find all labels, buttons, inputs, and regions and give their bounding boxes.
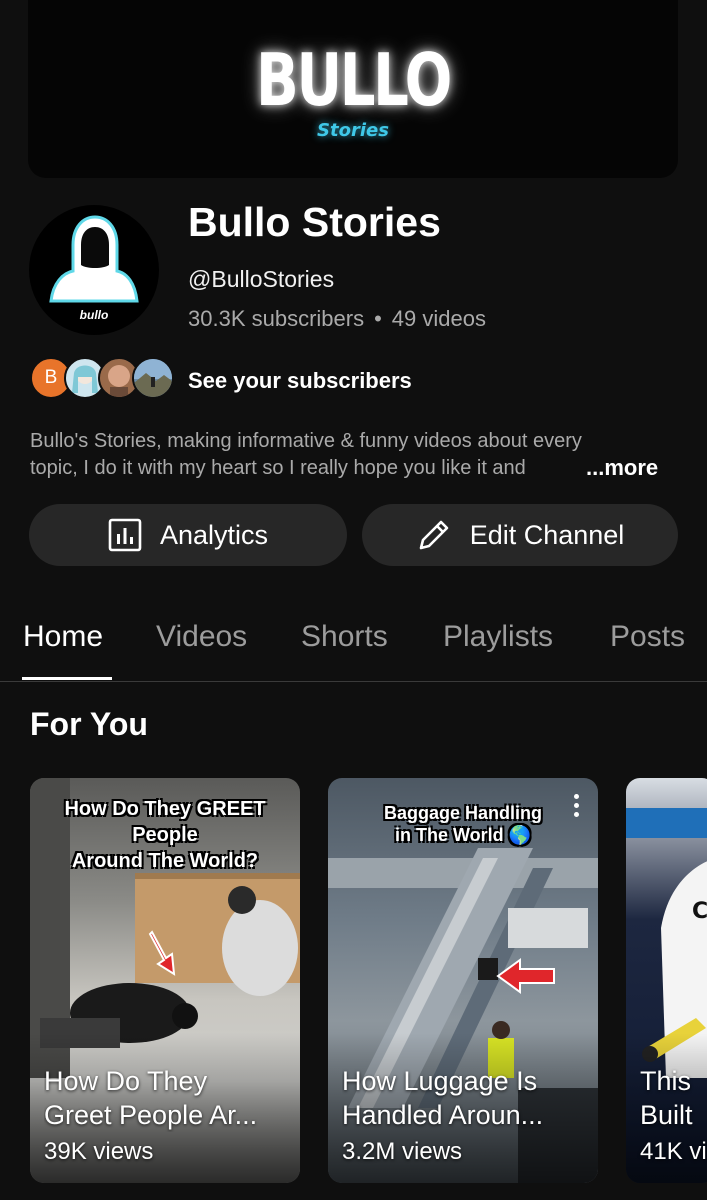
thumbnail-caption: How Do They GREET People Around The Worl… [30,796,300,874]
tab-posts[interactable]: Posts [610,620,685,654]
title-line: How Luggage Is [342,1066,538,1096]
channel-banner: BULLO Stories [28,0,678,178]
analytics-label: Analytics [159,519,269,550]
caption-line: Around The World? [71,850,259,872]
tab-shorts[interactable]: Shorts [301,620,388,654]
stats-separator: • [374,306,382,331]
red-arrow-icon [148,930,176,976]
analytics-button[interactable]: Analytics [29,504,347,566]
short-card[interactable]: C This Built 41K vi [626,778,707,1183]
see-subscribers-link[interactable]: See your subscribers [188,368,412,394]
title-line: Greet People Ar... [44,1100,258,1130]
video-count: 49 videos [391,306,486,331]
subscriber-count: 30.3K subscribers [188,306,365,331]
pencil-icon [419,520,448,550]
title-line: Handled Aroun... [342,1100,544,1130]
svg-text:C: C [692,899,707,924]
short-views: 3.2M views [342,1138,463,1165]
short-card[interactable]: Baggage Handling in The World 🌎 How Lugg… [328,778,598,1183]
banner-subtitle: Stories [317,120,389,141]
title-line: How Do They [44,1066,208,1096]
description-line: Bullo's Stories, making informative & fu… [30,430,582,452]
section-title: For You [30,706,148,742]
caption-line: Baggage Handling [383,803,542,823]
channel-tabs: Home Videos Shorts Playlists Posts [0,600,707,682]
tab-videos[interactable]: Videos [156,620,247,654]
short-title: How Luggage Is Handled Aroun... [342,1064,592,1132]
avatar-label: bullo [79,308,109,322]
short-views: 41K vi [640,1138,707,1165]
tab-playlists[interactable]: Playlists [443,620,553,654]
short-card[interactable]: How Do They GREET People Around The Worl… [30,778,300,1183]
channel-handle: @BulloStories [188,266,335,292]
channel-stats: 30.3K subscribers • 49 videos [188,306,486,332]
caption-line: How Do They GREET People [64,798,266,846]
red-arrow-icon [496,958,555,994]
caption-line: in The World 🌎 [394,825,532,845]
channel-avatar[interactable]: bullo [29,205,159,335]
title-line: Built [640,1100,693,1130]
edit-channel-label: Edit Channel [469,519,625,550]
more-options-icon[interactable] [572,794,580,820]
thumbnail-caption: Baggage Handling in The World 🌎 [328,802,598,846]
short-title: How Do They Greet People Ar... [44,1064,294,1132]
analytics-icon [108,518,142,552]
short-views: 39K views [44,1138,154,1165]
edit-channel-button[interactable]: Edit Channel [362,504,678,566]
more-link[interactable]: ...more [586,455,658,481]
tab-home[interactable]: Home [23,620,103,654]
subscriber-avatar [132,357,174,399]
description-line: topic, I do it with my heart so I really… [30,457,526,479]
short-title: This Built [640,1064,707,1132]
title-line: This [640,1066,692,1096]
active-tab-indicator [22,677,112,680]
banner-title: BULLO [255,38,452,122]
channel-name: Bullo Stories [188,199,441,245]
channel-description[interactable]: Bullo's Stories, making informative & fu… [30,428,675,482]
